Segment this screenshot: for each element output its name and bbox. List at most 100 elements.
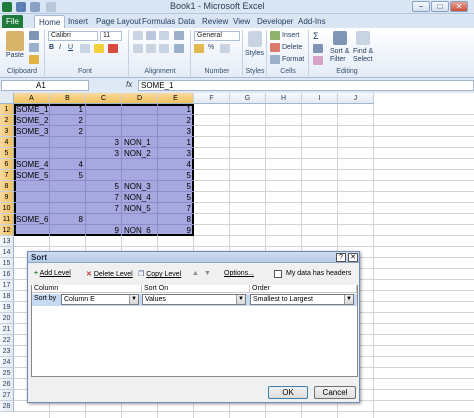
cell-e3[interactable]: 3 — [160, 126, 193, 137]
column-header-i[interactable]: I — [302, 93, 338, 104]
align-right-icon[interactable] — [159, 44, 169, 53]
cell-b2[interactable]: 2 — [52, 115, 85, 126]
styles-button[interactable]: Styles — [245, 50, 264, 57]
tab-home[interactable]: Home — [34, 15, 66, 28]
column-header-a[interactable]: A — [14, 93, 50, 104]
row-header-16[interactable]: 16 — [0, 269, 14, 280]
help-button[interactable]: ? — [336, 253, 346, 262]
cell-c8[interactable]: 5 — [88, 181, 121, 192]
copy-icon[interactable] — [29, 43, 39, 52]
undo-icon[interactable] — [30, 2, 40, 12]
row-header-10[interactable]: 10 — [0, 203, 14, 214]
formula-input[interactable]: SOME_1 — [138, 80, 474, 91]
add-level-button[interactable]: + Add Level — [34, 270, 71, 277]
find-select-button-line2[interactable]: Select — [353, 56, 372, 63]
merge-center-icon[interactable] — [174, 44, 184, 53]
cell-e2[interactable]: 2 — [160, 115, 193, 126]
select-all-button[interactable] — [0, 93, 14, 104]
format-cells-button[interactable]: Format — [282, 56, 304, 63]
column-header-f[interactable]: F — [194, 93, 230, 104]
tab-add-ins[interactable]: Add-Ins — [294, 15, 330, 28]
my-data-has-headers-checkbox[interactable] — [274, 270, 282, 278]
fx-icon[interactable]: fx — [126, 80, 132, 89]
column-header-b[interactable]: B — [50, 93, 86, 104]
move-up-icon[interactable]: ▲ — [192, 270, 199, 277]
column-header-c[interactable]: C — [86, 93, 122, 104]
row-header-6[interactable]: 6 — [0, 159, 14, 170]
font-size-dropdown[interactable]: 11 — [100, 31, 122, 41]
redo-icon[interactable] — [46, 2, 56, 12]
move-down-icon[interactable]: ▼ — [204, 270, 211, 277]
ok-button[interactable]: OK — [268, 386, 308, 399]
row-header-2[interactable]: 2 — [0, 115, 14, 126]
cell-c12[interactable]: 9 — [88, 225, 121, 236]
sort-on-dropdown[interactable]: Values ▼ — [142, 294, 246, 305]
row-header-7[interactable]: 7 — [0, 170, 14, 181]
column-header-g[interactable]: G — [230, 93, 266, 104]
cell-e4[interactable]: 1 — [160, 137, 193, 148]
copy-level-button[interactable]: ❐ Copy Level — [138, 270, 181, 278]
paste-icon[interactable] — [6, 31, 24, 51]
column-header-j[interactable]: J — [338, 93, 374, 104]
clear-icon[interactable] — [313, 56, 323, 65]
cell-e12[interactable]: 9 — [160, 225, 193, 236]
cell-e7[interactable]: 5 — [160, 170, 193, 181]
row-header-4[interactable]: 4 — [0, 137, 14, 148]
comma-style-icon[interactable] — [220, 44, 230, 53]
cell-d9[interactable]: NON_4 — [124, 192, 151, 203]
cell-a1[interactable]: SOME_1 — [16, 104, 48, 115]
styles-icon[interactable] — [248, 31, 262, 47]
tab-file[interactable]: File — [2, 15, 23, 28]
column-header-e[interactable]: E — [158, 93, 194, 104]
paste-label[interactable]: Paste — [6, 52, 24, 59]
format-painter-icon[interactable] — [29, 55, 39, 64]
row-header-9[interactable]: 9 — [0, 192, 14, 203]
name-box[interactable]: A1 — [1, 80, 89, 91]
options-button[interactable]: Options... — [224, 270, 254, 277]
cell-d4[interactable]: NON_1 — [124, 137, 151, 148]
cell-a3[interactable]: SOME_3 — [16, 126, 48, 137]
align-bottom-icon[interactable] — [159, 31, 169, 40]
row-header-18[interactable]: 18 — [0, 291, 14, 302]
minimize-button[interactable]: − — [412, 1, 430, 12]
tab-developer[interactable]: Developer — [253, 15, 297, 28]
delete-cells-button[interactable]: Delete — [282, 44, 302, 51]
row-header-26[interactable]: 26 — [0, 379, 14, 390]
align-center-icon[interactable] — [146, 44, 156, 53]
cell-d5[interactable]: NON_2 — [124, 148, 151, 159]
row-header-25[interactable]: 25 — [0, 368, 14, 379]
cell-b1[interactable]: 1 — [52, 104, 85, 115]
cell-e6[interactable]: 4 — [160, 159, 193, 170]
row-header-21[interactable]: 21 — [0, 324, 14, 335]
fill-color-icon[interactable] — [94, 44, 104, 53]
cut-icon[interactable] — [29, 31, 39, 40]
delete-level-button[interactable]: ✕ Delete Level — [86, 270, 133, 278]
number-format-dropdown[interactable]: General — [194, 31, 240, 41]
row-header-5[interactable]: 5 — [0, 148, 14, 159]
currency-icon[interactable] — [194, 44, 204, 53]
row-header-13[interactable]: 13 — [0, 236, 14, 247]
find-select-button[interactable]: Find & — [353, 48, 373, 55]
cell-c10[interactable]: 7 — [88, 203, 121, 214]
align-middle-icon[interactable] — [146, 31, 156, 40]
wrap-text-icon[interactable] — [174, 31, 184, 40]
cell-e10[interactable]: 7 — [160, 203, 193, 214]
cell-c5[interactable]: 3 — [88, 148, 121, 159]
sort-filter-button[interactable]: Sort & — [330, 48, 349, 55]
row-header-8[interactable]: 8 — [0, 181, 14, 192]
cell-e11[interactable]: 8 — [160, 214, 193, 225]
cell-e1[interactable]: 1 — [160, 104, 193, 115]
bold-button[interactable]: B — [49, 44, 54, 51]
borders-icon[interactable] — [80, 44, 90, 53]
autosum-icon[interactable]: Σ — [313, 31, 319, 41]
row-header-11[interactable]: 11 — [0, 214, 14, 225]
row-header-14[interactable]: 14 — [0, 247, 14, 258]
tab-page-layout[interactable]: Page Layout — [92, 15, 145, 28]
tab-data[interactable]: Data — [174, 15, 199, 28]
row-header-3[interactable]: 3 — [0, 126, 14, 137]
delete-cells-icon[interactable] — [270, 43, 280, 52]
row-header-15[interactable]: 15 — [0, 258, 14, 269]
font-name-dropdown[interactable]: Calibri — [48, 31, 98, 41]
row-header-12[interactable]: 12 — [0, 225, 14, 236]
cell-d12[interactable]: NON_6 — [124, 225, 151, 236]
